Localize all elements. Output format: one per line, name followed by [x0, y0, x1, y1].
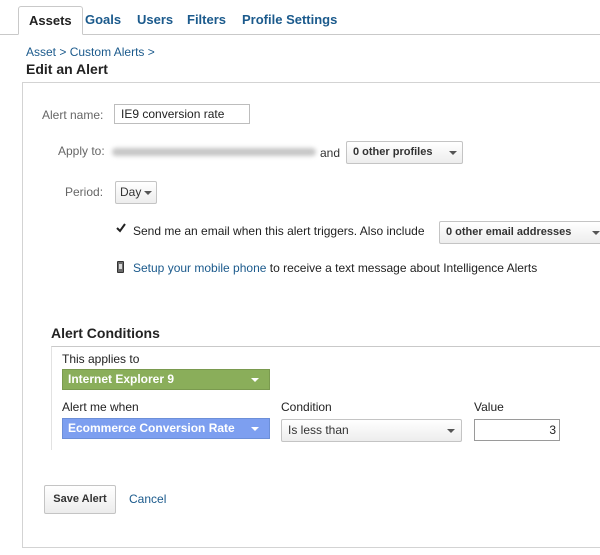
metric-select[interactable]: Ecommerce Conversion Rate [62, 418, 270, 439]
condition-select[interactable]: Is less than [281, 419, 462, 442]
breadcrumb-asset[interactable]: Asset [26, 45, 56, 59]
page-title: Edit an Alert [26, 61, 108, 77]
segment-select-value: Internet Explorer 9 [68, 372, 175, 386]
tab-goals[interactable]: Goals [85, 12, 121, 27]
apply-to-profile-redacted [112, 148, 316, 156]
other-email-addresses-select[interactable]: 0 other email addresses [439, 221, 600, 244]
value-input[interactable] [474, 419, 560, 441]
email-option-text: Send me an email when this alert trigger… [133, 224, 425, 238]
alert-name-label: Alert name: [42, 108, 104, 122]
setup-mobile-phone-link[interactable]: Setup your mobile phone [133, 261, 266, 275]
apply-to-label: Apply to: [58, 144, 105, 158]
tab-users[interactable]: Users [137, 12, 173, 27]
mobile-phone-icon [117, 261, 124, 273]
dropdown-caret-icon [592, 231, 600, 235]
other-profiles-select-label: 0 other profiles [353, 146, 433, 158]
tab-assets[interactable]: Assets [18, 6, 83, 35]
condition-label: Condition [281, 400, 332, 414]
period-select[interactable]: Day [115, 181, 157, 204]
alert-me-when-label: Alert me when [62, 400, 139, 414]
other-email-addresses-select-label: 0 other email addresses [446, 226, 572, 238]
dropdown-caret-icon [447, 429, 455, 433]
other-profiles-select[interactable]: 0 other profiles [346, 141, 463, 164]
alert-name-input[interactable] [114, 104, 250, 124]
dropdown-caret-icon [449, 151, 457, 155]
tab-bar: Assets Goals Users Filters Profile Setti… [0, 0, 600, 35]
breadcrumb-custom-alerts[interactable]: Custom Alerts [70, 45, 145, 59]
save-alert-button[interactable]: Save Alert [44, 485, 116, 514]
tab-profile-settings[interactable]: Profile Settings [242, 12, 337, 27]
breadcrumb-separator: > [59, 45, 67, 59]
metric-select-value: Ecommerce Conversion Rate [68, 421, 235, 435]
checkbox-checked-icon[interactable] [116, 223, 126, 233]
segment-select[interactable]: Internet Explorer 9 [62, 369, 270, 390]
period-label: Period: [65, 185, 104, 199]
apply-to-and-text: and [320, 146, 341, 160]
condition-select-value: Is less than [288, 423, 349, 437]
period-select-value: Day [120, 185, 142, 199]
cancel-link[interactable]: Cancel [129, 492, 166, 506]
breadcrumb: Asset > Custom Alerts > [26, 45, 155, 59]
value-label: Value [474, 400, 504, 414]
tab-filters[interactable]: Filters [187, 12, 226, 27]
mobile-row: Setup your mobile phone to receive a tex… [133, 261, 537, 275]
dropdown-caret-icon [251, 378, 259, 382]
breadcrumb-separator: > [147, 45, 155, 59]
dropdown-caret-icon [144, 191, 152, 195]
alert-conditions-title: Alert Conditions [51, 325, 160, 341]
dropdown-caret-icon [251, 427, 259, 431]
applies-to-label: This applies to [62, 352, 140, 366]
mobile-description: to receive a text message about Intellig… [266, 261, 538, 275]
